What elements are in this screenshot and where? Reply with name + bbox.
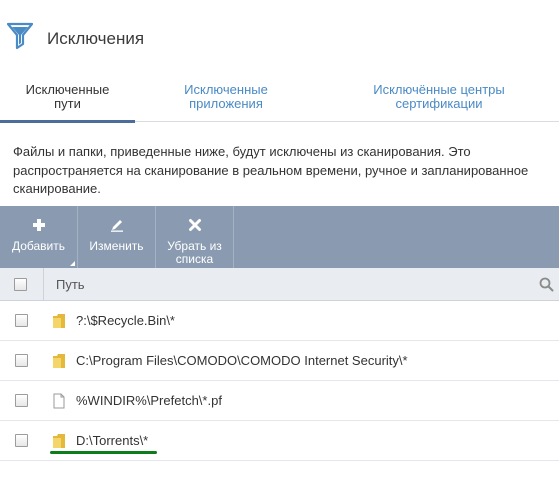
- folder-icon: [53, 354, 65, 368]
- tab-label-line1: Исключённые центры: [373, 82, 505, 97]
- row-path: %WINDIR%\Prefetch\*.pf: [76, 393, 222, 408]
- tab-excluded-apps[interactable]: Исключенные приложения: [156, 78, 296, 122]
- table-row[interactable]: D:\Torrents\*: [0, 421, 559, 461]
- table-row[interactable]: ?:\$Recycle.Bin\*: [0, 301, 559, 341]
- toolbar: Добавить Изменить Убрать из списка: [0, 206, 559, 268]
- table-row[interactable]: %WINDIR%\Prefetch\*.pf: [0, 381, 559, 421]
- tab-label-line1: Исключенные: [184, 82, 268, 97]
- remove-button-label-line1: Убрать из: [167, 239, 222, 253]
- tab-label-line1: Исключенные: [25, 82, 110, 97]
- folder-icon: [53, 434, 65, 448]
- table-row[interactable]: C:\Program Files\COMODO\COMODO Internet …: [0, 341, 559, 381]
- filter-icon: [7, 22, 33, 50]
- remove-button[interactable]: Убрать из списка: [156, 206, 234, 268]
- tab-excluded-paths[interactable]: Исключенные пути: [0, 78, 135, 123]
- remove-button-label-line2: списка: [175, 252, 214, 266]
- tab-bar: Исключенные пути Исключенные приложения …: [0, 78, 559, 123]
- edit-button[interactable]: Изменить: [78, 206, 156, 268]
- add-button-label: Добавить: [11, 239, 66, 253]
- row-checkbox[interactable]: [15, 394, 28, 407]
- search-icon[interactable]: [539, 277, 554, 292]
- tab-label-line2: приложения: [189, 96, 263, 111]
- file-icon: [53, 393, 65, 409]
- tab-excluded-certificates[interactable]: Исключённые центры сертификации: [352, 78, 526, 122]
- tab-label-line2: пути: [54, 96, 81, 111]
- select-all-checkbox[interactable]: [14, 278, 27, 291]
- add-button[interactable]: Добавить: [0, 206, 78, 268]
- path-column-header[interactable]: Путь: [56, 277, 85, 292]
- row-checkbox[interactable]: [15, 314, 28, 327]
- row-checkbox[interactable]: [15, 354, 28, 367]
- highlight-underline: [50, 451, 157, 454]
- plus-icon: [32, 219, 45, 231]
- x-icon: [188, 219, 201, 231]
- page-title: Исключения: [47, 29, 145, 48]
- grid-header: Путь: [0, 268, 559, 301]
- dropdown-corner-icon: [70, 261, 75, 266]
- tab-label-line2: сертификации: [395, 96, 483, 111]
- description-text: Файлы и папки, приведенные ниже, будут и…: [13, 144, 529, 196]
- window-header: Исключения: [0, 0, 559, 72]
- edit-button-label: Изменить: [89, 239, 144, 253]
- folder-icon: [53, 314, 65, 328]
- row-path: C:\Program Files\COMODO\COMODO Internet …: [76, 353, 408, 368]
- row-path: ?:\$Recycle.Bin\*: [76, 313, 175, 328]
- pencil-icon: [110, 220, 123, 232]
- select-all-cell: [0, 268, 44, 301]
- row-path: D:\Torrents\*: [76, 433, 149, 448]
- row-checkbox[interactable]: [15, 434, 28, 447]
